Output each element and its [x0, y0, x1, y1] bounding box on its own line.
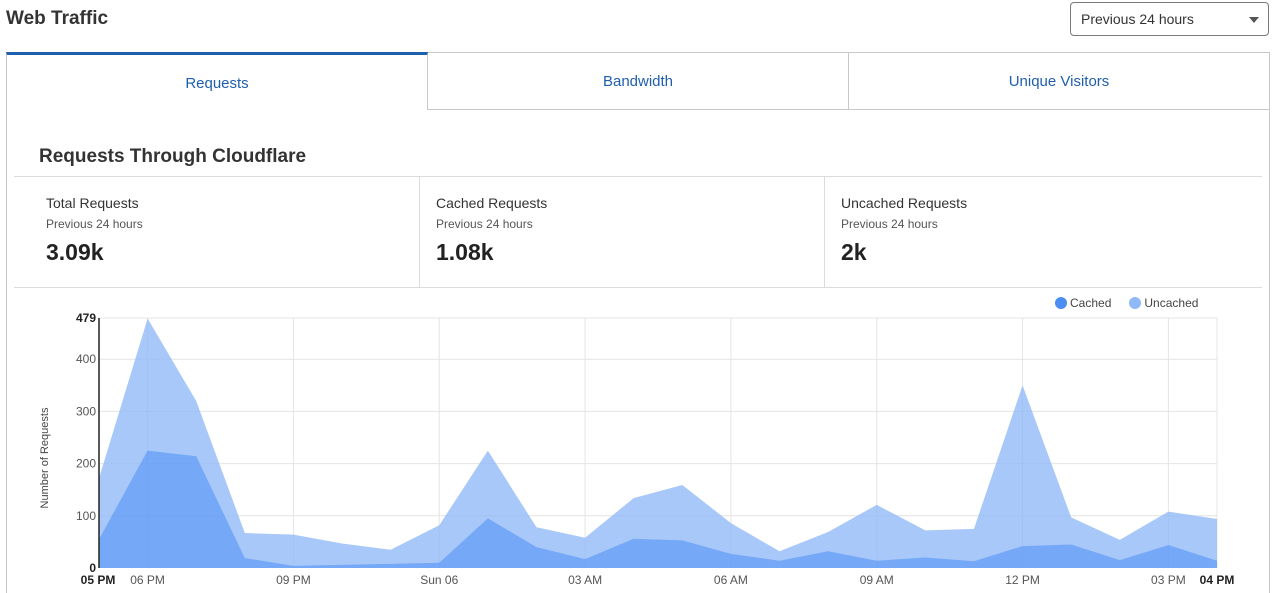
x-tick-label: 06 PM: [130, 573, 165, 587]
page-title: Web Traffic: [6, 8, 109, 29]
y-tick-label: 400: [76, 352, 96, 366]
x-tick-label: 06 AM: [714, 573, 748, 587]
stat-period: Previous 24 hours: [841, 217, 938, 231]
y-axis-label: Number of Requests: [39, 407, 51, 508]
stat-value: 1.08k: [436, 239, 494, 265]
stat-uncached-requests: Uncached Requests Previous 24 hours 2k: [824, 177, 1229, 287]
x-tick-label: 09 AM: [860, 573, 894, 587]
requests-area-chart: 010020030040047905 PM 06 PM 09 PM Sun 06 03 …: [39, 311, 1235, 587]
y-tick-label: 200: [76, 457, 96, 471]
x-tick-label: 12 PM: [1005, 573, 1040, 587]
section-title: Requests Through Cloudflare: [39, 146, 307, 167]
stat-period: Previous 24 hours: [436, 217, 533, 231]
x-tick-label: 05 PM: [81, 573, 116, 587]
tab-requests[interactable]: Requests: [6, 52, 428, 110]
stat-total-requests: Total Requests Previous 24 hours 3.09k: [14, 177, 419, 287]
tab-unique-visitors[interactable]: Unique Visitors: [849, 52, 1270, 110]
time-range-select[interactable]: Previous 24 hours: [1070, 2, 1269, 36]
stat-label: Cached Requests: [436, 195, 548, 211]
x-tick-label: 04 PM: [1200, 573, 1235, 587]
stat-label: Total Requests: [46, 195, 139, 211]
stat-label: Uncached Requests: [841, 195, 968, 211]
x-tick-label: Sun 06: [420, 573, 458, 587]
x-tick-label: 03 PM: [1151, 573, 1186, 587]
stat-value: 3.09k: [46, 239, 104, 265]
x-tick-label: 09 PM: [276, 573, 311, 587]
y-tick-label: 300: [76, 404, 96, 418]
tab-bar: Requests Bandwidth Unique Visitors: [6, 52, 1270, 110]
y-tick-label: 100: [76, 509, 96, 523]
stat-period: Previous 24 hours: [46, 217, 143, 231]
x-tick-label: 03 AM: [568, 573, 602, 587]
stat-value: 2k: [841, 239, 867, 265]
y-tick-label: 479: [76, 311, 96, 325]
stats-row: Total Requests Previous 24 hours 3.09k C…: [14, 176, 1262, 288]
time-range-value: Previous 24 hours: [1081, 11, 1194, 27]
stat-cached-requests: Cached Requests Previous 24 hours 1.08k: [419, 177, 824, 287]
series-area-uncached: [99, 318, 1217, 568]
tab-bandwidth[interactable]: Bandwidth: [428, 52, 849, 110]
caret-down-icon: [1249, 17, 1259, 23]
